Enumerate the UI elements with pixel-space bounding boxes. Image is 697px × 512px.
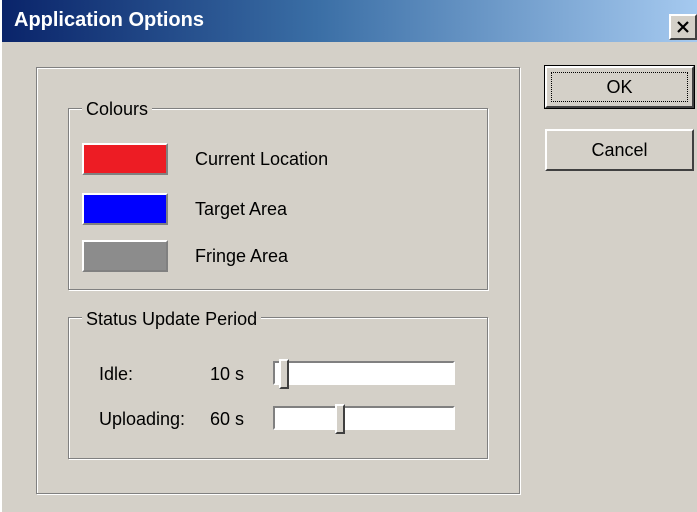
window-title: Application Options bbox=[14, 9, 204, 31]
close-button[interactable] bbox=[669, 14, 697, 40]
status-update-period-group-label: Status Update Period bbox=[82, 309, 262, 330]
title-bar[interactable]: Application Options bbox=[2, 0, 697, 42]
close-icon bbox=[677, 21, 689, 33]
ok-button-label: OK bbox=[606, 76, 633, 97]
current-location-label: Current Location bbox=[195, 149, 329, 169]
cancel-button[interactable]: Cancel bbox=[545, 129, 694, 171]
uploading-slider-thumb[interactable] bbox=[335, 404, 345, 434]
idle-label: Idle: bbox=[99, 364, 134, 384]
uploading-label: Uploading: bbox=[99, 409, 186, 429]
uploading-slider[interactable] bbox=[273, 404, 455, 434]
idle-slider-thumb[interactable] bbox=[279, 359, 289, 389]
idle-slider[interactable] bbox=[273, 359, 455, 389]
cancel-button-label: Cancel bbox=[591, 139, 648, 160]
target-area-label: Target Area bbox=[195, 199, 288, 219]
idle-value: 10 s bbox=[210, 364, 245, 384]
colours-group-label: Colours bbox=[82, 99, 153, 120]
uploading-value: 60 s bbox=[210, 409, 245, 429]
ok-button[interactable]: OK bbox=[544, 65, 695, 109]
target-area-colour-swatch[interactable] bbox=[82, 193, 168, 225]
application-options-dialog: Application Options Colours Current Loca… bbox=[0, 0, 697, 512]
status-update-period-groupbox bbox=[68, 317, 488, 459]
current-location-colour-swatch[interactable] bbox=[82, 143, 168, 175]
fringe-area-colour-swatch[interactable] bbox=[82, 240, 168, 272]
fringe-area-label: Fringe Area bbox=[195, 246, 289, 266]
